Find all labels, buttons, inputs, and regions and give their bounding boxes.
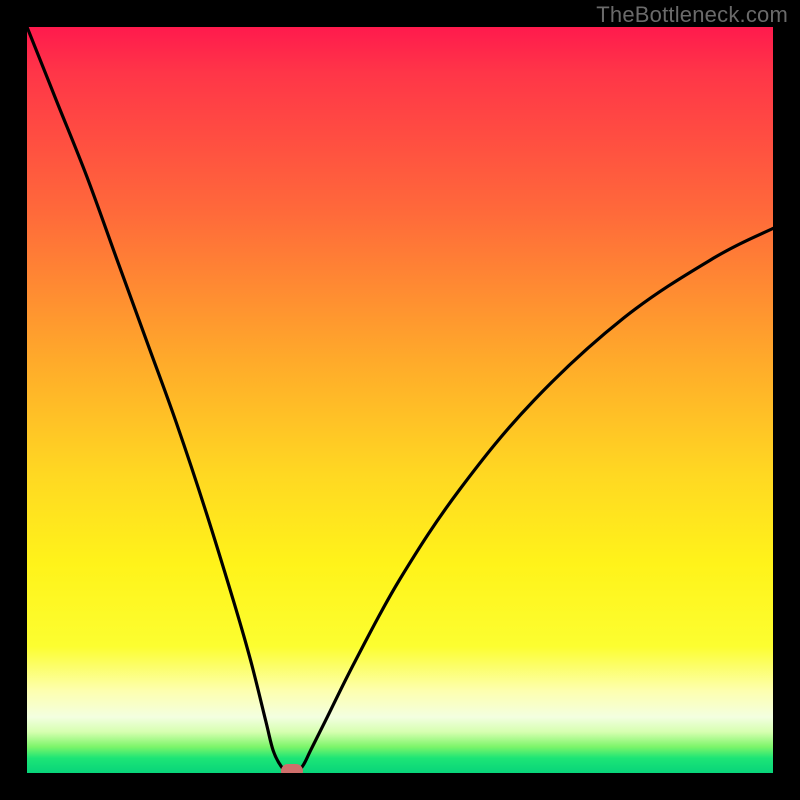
watermark-text: TheBottleneck.com <box>596 2 788 28</box>
optimal-point-marker <box>281 764 303 773</box>
plot-area <box>27 27 773 773</box>
bottleneck-curve <box>27 27 773 773</box>
chart-frame: TheBottleneck.com <box>0 0 800 800</box>
